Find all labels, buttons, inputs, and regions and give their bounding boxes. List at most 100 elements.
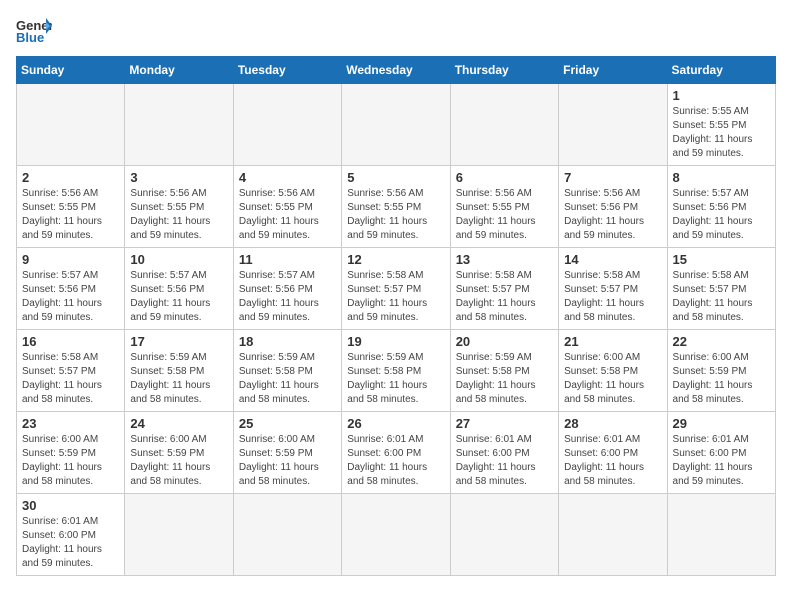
- weekday-header-monday: Monday: [125, 57, 233, 84]
- day-number: 4: [239, 170, 336, 185]
- logo-icon: General Blue: [16, 16, 52, 44]
- calendar-cell-day: 26Sunrise: 6:01 AMSunset: 6:00 PMDayligh…: [342, 412, 450, 494]
- day-number: 29: [673, 416, 770, 431]
- day-info: Sunrise: 5:59 AMSunset: 5:58 PMDaylight:…: [347, 351, 444, 407]
- calendar-row: 2 Sunrise: 5:56 AMSunset: 5:55 PMDaylight…: [17, 166, 776, 248]
- calendar-cell-day: 12Sunrise: 5:58 AMSunset: 5:57 PMDayligh…: [342, 248, 450, 330]
- calendar-cell-day: 1 Sunrise: 5:55 AMSunset: 5:55 PMDaylight…: [667, 84, 775, 166]
- calendar-cell-day: 6Sunrise: 5:56 AMSunset: 5:55 PMDaylight…: [450, 166, 558, 248]
- day-number: 20: [456, 334, 553, 349]
- day-number: 7: [564, 170, 661, 185]
- day-info: Sunrise: 5:56 AMSunset: 5:55 PMDaylight:…: [130, 187, 227, 243]
- calendar-cell-day: 11Sunrise: 5:57 AMSunset: 5:56 PMDayligh…: [233, 248, 341, 330]
- calendar-cell-day: 23Sunrise: 6:00 AMSunset: 5:59 PMDayligh…: [17, 412, 125, 494]
- day-info: Sunrise: 5:57 AMSunset: 5:56 PMDaylight:…: [239, 269, 336, 325]
- day-number: 22: [673, 334, 770, 349]
- calendar-cell-day: 17Sunrise: 5:59 AMSunset: 5:58 PMDayligh…: [125, 330, 233, 412]
- calendar-cell-day: 14Sunrise: 5:58 AMSunset: 5:57 PMDayligh…: [559, 248, 667, 330]
- calendar-cell-day: 3 Sunrise: 5:56 AMSunset: 5:55 PMDaylight…: [125, 166, 233, 248]
- day-info: Sunrise: 5:56 AMSunset: 5:55 PMDaylight:…: [239, 187, 336, 243]
- day-number: 18: [239, 334, 336, 349]
- calendar-row: 30 Sunrise: 6:01 AMSunset: 6:00 PMDayligh…: [17, 494, 776, 576]
- calendar-cell-day: 25 Sunrise: 6:00 AMSunset: 5:59 PMDayligh…: [233, 412, 341, 494]
- calendar-table: SundayMondayTuesdayWednesdayThursdayFrid…: [16, 56, 776, 576]
- day-info: Sunrise: 6:01 AMSunset: 6:00 PMDaylight:…: [22, 515, 119, 571]
- day-info: Sunrise: 5:58 AMSunset: 5:57 PMDaylight:…: [673, 269, 770, 325]
- calendar-cell-day: 20 Sunrise: 5:59 AMSunset: 5:58 PMDayligh…: [450, 330, 558, 412]
- day-info: Sunrise: 6:00 AMSunset: 5:59 PMDaylight:…: [239, 433, 336, 489]
- weekday-header-tuesday: Tuesday: [233, 57, 341, 84]
- weekday-header-wednesday: Wednesday: [342, 57, 450, 84]
- calendar-cell-empty: [17, 84, 125, 166]
- calendar-cell-day: 7 Sunrise: 5:56 AMSunset: 5:56 PMDaylight…: [559, 166, 667, 248]
- day-info: Sunrise: 5:56 AMSunset: 5:56 PMDaylight:…: [564, 187, 661, 243]
- day-info: Sunrise: 6:00 AMSunset: 5:59 PMDaylight:…: [130, 433, 227, 489]
- calendar-cell-day: 22 Sunrise: 6:00 AMSunset: 5:59 PMDayligh…: [667, 330, 775, 412]
- day-number: 8: [673, 170, 770, 185]
- day-info: Sunrise: 5:58 AMSunset: 5:57 PMDaylight:…: [456, 269, 553, 325]
- day-number: 15: [673, 252, 770, 267]
- day-info: Sunrise: 6:01 AMSunset: 6:00 PMDaylight:…: [456, 433, 553, 489]
- day-number: 1: [673, 88, 770, 103]
- calendar-cell-empty: [342, 494, 450, 576]
- calendar-cell-day: 28Sunrise: 6:01 AMSunset: 6:00 PMDayligh…: [559, 412, 667, 494]
- day-info: Sunrise: 5:55 AMSunset: 5:55 PMDaylight:…: [673, 105, 770, 161]
- day-info: Sunrise: 5:56 AMSunset: 5:55 PMDaylight:…: [22, 187, 119, 243]
- day-number: 26: [347, 416, 444, 431]
- calendar-row: 1 Sunrise: 5:55 AMSunset: 5:55 PMDaylight…: [17, 84, 776, 166]
- weekday-header-friday: Friday: [559, 57, 667, 84]
- calendar-cell-empty: [233, 84, 341, 166]
- calendar-cell-day: 2 Sunrise: 5:56 AMSunset: 5:55 PMDaylight…: [17, 166, 125, 248]
- day-number: 3: [130, 170, 227, 185]
- day-number: 21: [564, 334, 661, 349]
- day-number: 6: [456, 170, 553, 185]
- day-number: 24: [130, 416, 227, 431]
- calendar-cell-day: 21 Sunrise: 6:00 AMSunset: 5:58 PMDayligh…: [559, 330, 667, 412]
- day-info: Sunrise: 5:57 AMSunset: 5:56 PMDaylight:…: [673, 187, 770, 243]
- day-number: 9: [22, 252, 119, 267]
- weekday-header-sunday: Sunday: [17, 57, 125, 84]
- day-number: 14: [564, 252, 661, 267]
- day-info: Sunrise: 6:00 AMSunset: 5:58 PMDaylight:…: [564, 351, 661, 407]
- logo: General Blue: [16, 16, 56, 44]
- calendar-cell-empty: [125, 494, 233, 576]
- page-header: General Blue: [16, 16, 776, 44]
- day-info: Sunrise: 5:59 AMSunset: 5:58 PMDaylight:…: [456, 351, 553, 407]
- calendar-cell-day: 5Sunrise: 5:56 AMSunset: 5:55 PMDaylight…: [342, 166, 450, 248]
- calendar-cell-day: 4 Sunrise: 5:56 AMSunset: 5:55 PMDaylight…: [233, 166, 341, 248]
- calendar-row: 9 Sunrise: 5:57 AMSunset: 5:56 PMDaylight…: [17, 248, 776, 330]
- day-info: Sunrise: 5:58 AMSunset: 5:57 PMDaylight:…: [22, 351, 119, 407]
- day-number: 28: [564, 416, 661, 431]
- calendar-cell-day: 10 Sunrise: 5:57 AMSunset: 5:56 PMDayligh…: [125, 248, 233, 330]
- calendar-cell-empty: [667, 494, 775, 576]
- calendar-cell-empty: [342, 84, 450, 166]
- day-info: Sunrise: 5:56 AMSunset: 5:55 PMDaylight:…: [347, 187, 444, 243]
- calendar-cell-empty: [450, 494, 558, 576]
- calendar-cell-empty: [125, 84, 233, 166]
- calendar-cell-day: 19Sunrise: 5:59 AMSunset: 5:58 PMDayligh…: [342, 330, 450, 412]
- calendar-cell-day: 29 Sunrise: 6:01 AMSunset: 6:00 PMDayligh…: [667, 412, 775, 494]
- day-number: 16: [22, 334, 119, 349]
- day-info: Sunrise: 5:57 AMSunset: 5:56 PMDaylight:…: [130, 269, 227, 325]
- day-number: 23: [22, 416, 119, 431]
- day-info: Sunrise: 6:00 AMSunset: 5:59 PMDaylight:…: [673, 351, 770, 407]
- calendar-cell-day: 16 Sunrise: 5:58 AMSunset: 5:57 PMDayligh…: [17, 330, 125, 412]
- calendar-cell-day: 8 Sunrise: 5:57 AMSunset: 5:56 PMDaylight…: [667, 166, 775, 248]
- day-info: Sunrise: 5:57 AMSunset: 5:56 PMDaylight:…: [22, 269, 119, 325]
- calendar-cell-day: 15 Sunrise: 5:58 AMSunset: 5:57 PMDayligh…: [667, 248, 775, 330]
- calendar-cell-empty: [450, 84, 558, 166]
- day-number: 25: [239, 416, 336, 431]
- day-info: Sunrise: 5:59 AMSunset: 5:58 PMDaylight:…: [130, 351, 227, 407]
- svg-text:Blue: Blue: [16, 30, 44, 44]
- weekday-header-saturday: Saturday: [667, 57, 775, 84]
- calendar-row: 23 Sunrise: 6:00 AMSunset: 5:59 PMDayligh…: [17, 412, 776, 494]
- calendar-cell-day: 9 Sunrise: 5:57 AMSunset: 5:56 PMDaylight…: [17, 248, 125, 330]
- day-info: Sunrise: 6:01 AMSunset: 6:00 PMDaylight:…: [673, 433, 770, 489]
- day-number: 27: [456, 416, 553, 431]
- day-number: 30: [22, 498, 119, 513]
- day-number: 2: [22, 170, 119, 185]
- calendar-cell-day: 30 Sunrise: 6:01 AMSunset: 6:00 PMDayligh…: [17, 494, 125, 576]
- weekday-header-thursday: Thursday: [450, 57, 558, 84]
- day-number: 10: [130, 252, 227, 267]
- calendar-cell-empty: [233, 494, 341, 576]
